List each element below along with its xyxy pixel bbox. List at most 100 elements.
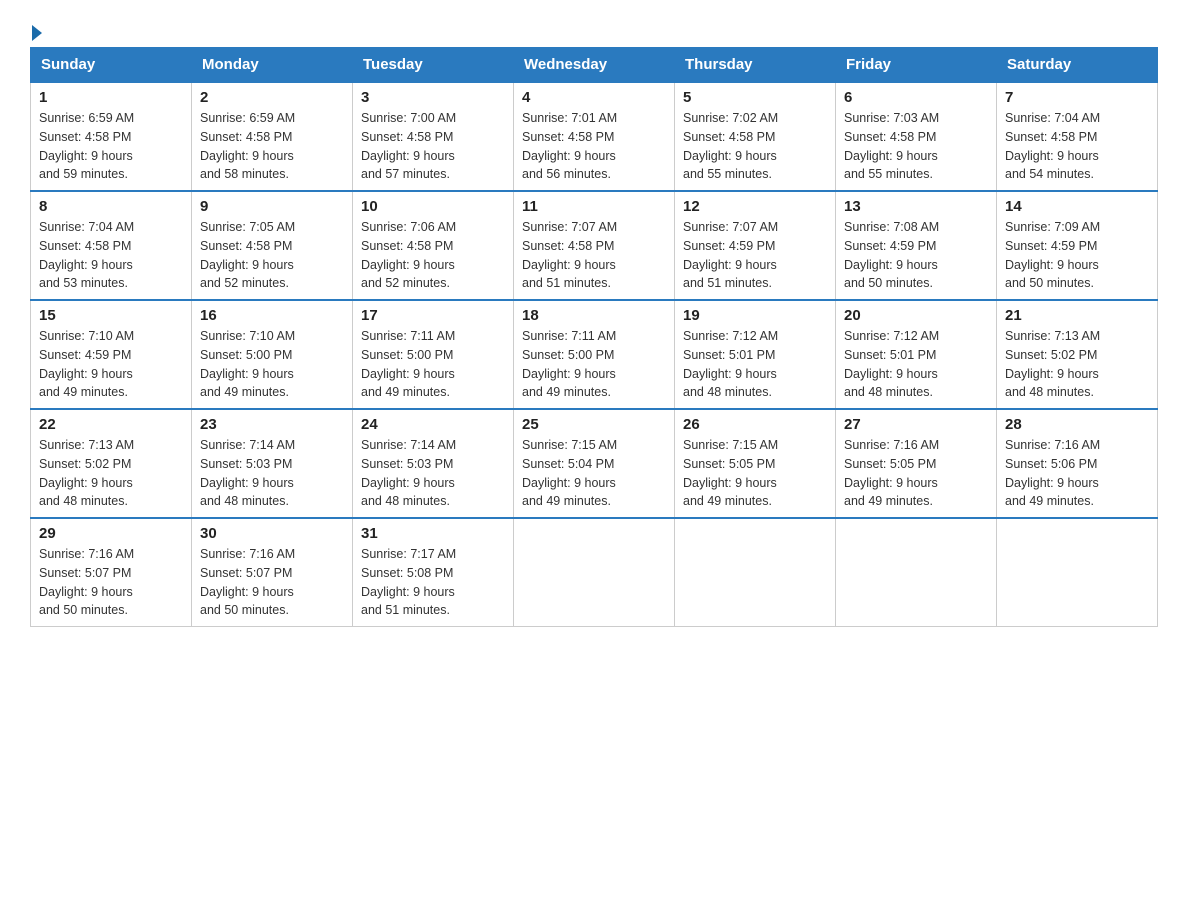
day-info: Sunrise: 7:11 AMSunset: 5:00 PMDaylight:… <box>361 327 505 402</box>
calendar-cell <box>675 518 836 627</box>
day-number: 27 <box>844 416 988 433</box>
calendar-cell: 6 Sunrise: 7:03 AMSunset: 4:58 PMDaylight… <box>836 82 997 191</box>
day-info: Sunrise: 7:06 AMSunset: 4:58 PMDaylight:… <box>361 218 505 293</box>
calendar-header-friday: Friday <box>836 48 997 83</box>
calendar-cell: 26 Sunrise: 7:15 AMSunset: 5:05 PMDayligh… <box>675 409 836 518</box>
calendar-cell <box>836 518 997 627</box>
day-info: Sunrise: 7:05 AMSunset: 4:58 PMDaylight:… <box>200 218 344 293</box>
day-number: 14 <box>1005 198 1149 215</box>
calendar-cell: 29 Sunrise: 7:16 AMSunset: 5:07 PMDayligh… <box>31 518 192 627</box>
day-info: Sunrise: 7:02 AMSunset: 4:58 PMDaylight:… <box>683 109 827 184</box>
day-number: 20 <box>844 307 988 324</box>
calendar-cell: 21 Sunrise: 7:13 AMSunset: 5:02 PMDayligh… <box>997 300 1158 409</box>
calendar-cell: 19 Sunrise: 7:12 AMSunset: 5:01 PMDayligh… <box>675 300 836 409</box>
day-info: Sunrise: 7:10 AMSunset: 4:59 PMDaylight:… <box>39 327 183 402</box>
calendar-cell: 22 Sunrise: 7:13 AMSunset: 5:02 PMDayligh… <box>31 409 192 518</box>
day-number: 11 <box>522 198 666 215</box>
day-info: Sunrise: 6:59 AMSunset: 4:58 PMDaylight:… <box>39 109 183 184</box>
day-number: 21 <box>1005 307 1149 324</box>
day-number: 22 <box>39 416 183 433</box>
day-number: 25 <box>522 416 666 433</box>
day-number: 29 <box>39 525 183 542</box>
day-number: 5 <box>683 89 827 106</box>
calendar-cell <box>514 518 675 627</box>
day-number: 3 <box>361 89 505 106</box>
day-info: Sunrise: 7:04 AMSunset: 4:58 PMDaylight:… <box>39 218 183 293</box>
calendar-cell: 14 Sunrise: 7:09 AMSunset: 4:59 PMDayligh… <box>997 191 1158 300</box>
calendar-header-thursday: Thursday <box>675 48 836 83</box>
calendar-week-4: 22 Sunrise: 7:13 AMSunset: 5:02 PMDayligh… <box>31 409 1158 518</box>
day-info: Sunrise: 7:04 AMSunset: 4:58 PMDaylight:… <box>1005 109 1149 184</box>
calendar-header-saturday: Saturday <box>997 48 1158 83</box>
calendar-cell: 2 Sunrise: 6:59 AMSunset: 4:58 PMDaylight… <box>192 82 353 191</box>
calendar-week-1: 1 Sunrise: 6:59 AMSunset: 4:58 PMDaylight… <box>31 82 1158 191</box>
calendar-header-row: SundayMondayTuesdayWednesdayThursdayFrid… <box>31 48 1158 83</box>
day-number: 16 <box>200 307 344 324</box>
day-info: Sunrise: 7:01 AMSunset: 4:58 PMDaylight:… <box>522 109 666 184</box>
day-number: 8 <box>39 198 183 215</box>
day-info: Sunrise: 6:59 AMSunset: 4:58 PMDaylight:… <box>200 109 344 184</box>
calendar-week-3: 15 Sunrise: 7:10 AMSunset: 4:59 PMDayligh… <box>31 300 1158 409</box>
day-info: Sunrise: 7:03 AMSunset: 4:58 PMDaylight:… <box>844 109 988 184</box>
day-number: 18 <box>522 307 666 324</box>
calendar-cell: 13 Sunrise: 7:08 AMSunset: 4:59 PMDayligh… <box>836 191 997 300</box>
day-info: Sunrise: 7:00 AMSunset: 4:58 PMDaylight:… <box>361 109 505 184</box>
day-info: Sunrise: 7:16 AMSunset: 5:07 PMDaylight:… <box>39 545 183 620</box>
calendar-cell: 17 Sunrise: 7:11 AMSunset: 5:00 PMDayligh… <box>353 300 514 409</box>
calendar-cell: 31Sunrise: 7:17 AMSunset: 5:08 PMDayligh… <box>353 518 514 627</box>
calendar-cell: 25Sunrise: 7:15 AMSunset: 5:04 PMDayligh… <box>514 409 675 518</box>
calendar-cell: 1 Sunrise: 6:59 AMSunset: 4:58 PMDaylight… <box>31 82 192 191</box>
calendar-week-5: 29 Sunrise: 7:16 AMSunset: 5:07 PMDayligh… <box>31 518 1158 627</box>
calendar-cell: 24 Sunrise: 7:14 AMSunset: 5:03 PMDayligh… <box>353 409 514 518</box>
day-number: 4 <box>522 89 666 106</box>
day-number: 17 <box>361 307 505 324</box>
day-info: Sunrise: 7:12 AMSunset: 5:01 PMDaylight:… <box>844 327 988 402</box>
day-info: Sunrise: 7:14 AMSunset: 5:03 PMDaylight:… <box>200 436 344 511</box>
logo-text <box>30 25 44 41</box>
calendar-cell: 15 Sunrise: 7:10 AMSunset: 4:59 PMDayligh… <box>31 300 192 409</box>
calendar-cell: 12 Sunrise: 7:07 AMSunset: 4:59 PMDayligh… <box>675 191 836 300</box>
calendar-cell: 30 Sunrise: 7:16 AMSunset: 5:07 PMDayligh… <box>192 518 353 627</box>
day-info: Sunrise: 7:16 AMSunset: 5:07 PMDaylight:… <box>200 545 344 620</box>
calendar-header-wednesday: Wednesday <box>514 48 675 83</box>
day-info: Sunrise: 7:12 AMSunset: 5:01 PMDaylight:… <box>683 327 827 402</box>
day-number: 19 <box>683 307 827 324</box>
day-info: Sunrise: 7:16 AMSunset: 5:06 PMDaylight:… <box>1005 436 1149 511</box>
calendar-cell: 18Sunrise: 7:11 AMSunset: 5:00 PMDayligh… <box>514 300 675 409</box>
calendar-cell: 27 Sunrise: 7:16 AMSunset: 5:05 PMDayligh… <box>836 409 997 518</box>
day-number: 30 <box>200 525 344 542</box>
day-number: 6 <box>844 89 988 106</box>
day-number: 26 <box>683 416 827 433</box>
day-number: 24 <box>361 416 505 433</box>
calendar-cell: 4 Sunrise: 7:01 AMSunset: 4:58 PMDaylight… <box>514 82 675 191</box>
day-number: 12 <box>683 198 827 215</box>
day-number: 2 <box>200 89 344 106</box>
calendar-cell: 28 Sunrise: 7:16 AMSunset: 5:06 PMDayligh… <box>997 409 1158 518</box>
day-number: 1 <box>39 89 183 106</box>
calendar-cell: 11Sunrise: 7:07 AMSunset: 4:58 PMDayligh… <box>514 191 675 300</box>
calendar-header-monday: Monday <box>192 48 353 83</box>
day-number: 28 <box>1005 416 1149 433</box>
calendar-week-2: 8 Sunrise: 7:04 AMSunset: 4:58 PMDaylight… <box>31 191 1158 300</box>
day-info: Sunrise: 7:14 AMSunset: 5:03 PMDaylight:… <box>361 436 505 511</box>
page-header <box>30 20 1158 37</box>
day-number: 23 <box>200 416 344 433</box>
calendar-table: SundayMondayTuesdayWednesdayThursdayFrid… <box>30 47 1158 627</box>
day-number: 13 <box>844 198 988 215</box>
calendar-cell: 16 Sunrise: 7:10 AMSunset: 5:00 PMDayligh… <box>192 300 353 409</box>
day-info: Sunrise: 7:13 AMSunset: 5:02 PMDaylight:… <box>1005 327 1149 402</box>
calendar-cell: 20 Sunrise: 7:12 AMSunset: 5:01 PMDayligh… <box>836 300 997 409</box>
logo-arrow-icon <box>32 25 42 41</box>
day-info: Sunrise: 7:07 AMSunset: 4:59 PMDaylight:… <box>683 218 827 293</box>
day-info: Sunrise: 7:08 AMSunset: 4:59 PMDaylight:… <box>844 218 988 293</box>
calendar-cell: 7Sunrise: 7:04 AMSunset: 4:58 PMDaylight… <box>997 82 1158 191</box>
day-number: 15 <box>39 307 183 324</box>
calendar-cell: 9 Sunrise: 7:05 AMSunset: 4:58 PMDaylight… <box>192 191 353 300</box>
day-info: Sunrise: 7:13 AMSunset: 5:02 PMDaylight:… <box>39 436 183 511</box>
day-number: 9 <box>200 198 344 215</box>
calendar-cell: 5 Sunrise: 7:02 AMSunset: 4:58 PMDaylight… <box>675 82 836 191</box>
day-info: Sunrise: 7:15 AMSunset: 5:05 PMDaylight:… <box>683 436 827 511</box>
day-info: Sunrise: 7:09 AMSunset: 4:59 PMDaylight:… <box>1005 218 1149 293</box>
day-info: Sunrise: 7:16 AMSunset: 5:05 PMDaylight:… <box>844 436 988 511</box>
day-info: Sunrise: 7:10 AMSunset: 5:00 PMDaylight:… <box>200 327 344 402</box>
